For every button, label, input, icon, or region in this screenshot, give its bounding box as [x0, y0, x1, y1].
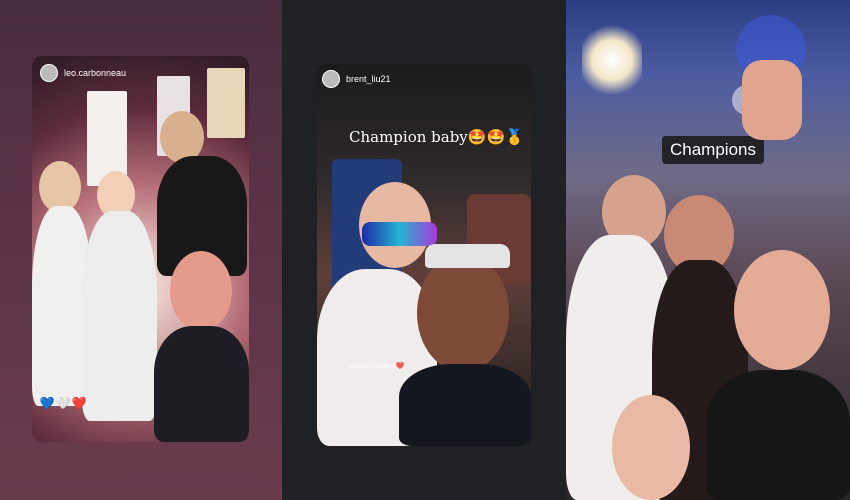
people-photo [317, 64, 531, 446]
story-card-2[interactable]: brent_liu21 Champion baby🤩🤩🥇 yanickjunqu… [317, 64, 531, 446]
story-card-1[interactable]: leo.carbonneau 💙 🤍 ❤️ [32, 56, 249, 442]
mention-tag[interactable]: yanickjunqueira❤️ [347, 362, 404, 370]
blue-heart-icon: 💙 [39, 395, 55, 410]
story-panel-2: brent_liu21 Champion baby🤩🤩🥇 yanickjunqu… [282, 0, 566, 500]
story-panel-1: leo.carbonneau 💙 🤍 ❤️ [0, 0, 282, 500]
people-photo [566, 0, 850, 500]
story-panel-3: Champions [566, 0, 850, 500]
emoji-row: 💙 🤍 ❤️ [39, 395, 87, 410]
people-photo [32, 56, 249, 442]
red-heart-icon: ❤️ [71, 395, 87, 410]
white-heart-icon: 🤍 [55, 395, 71, 410]
